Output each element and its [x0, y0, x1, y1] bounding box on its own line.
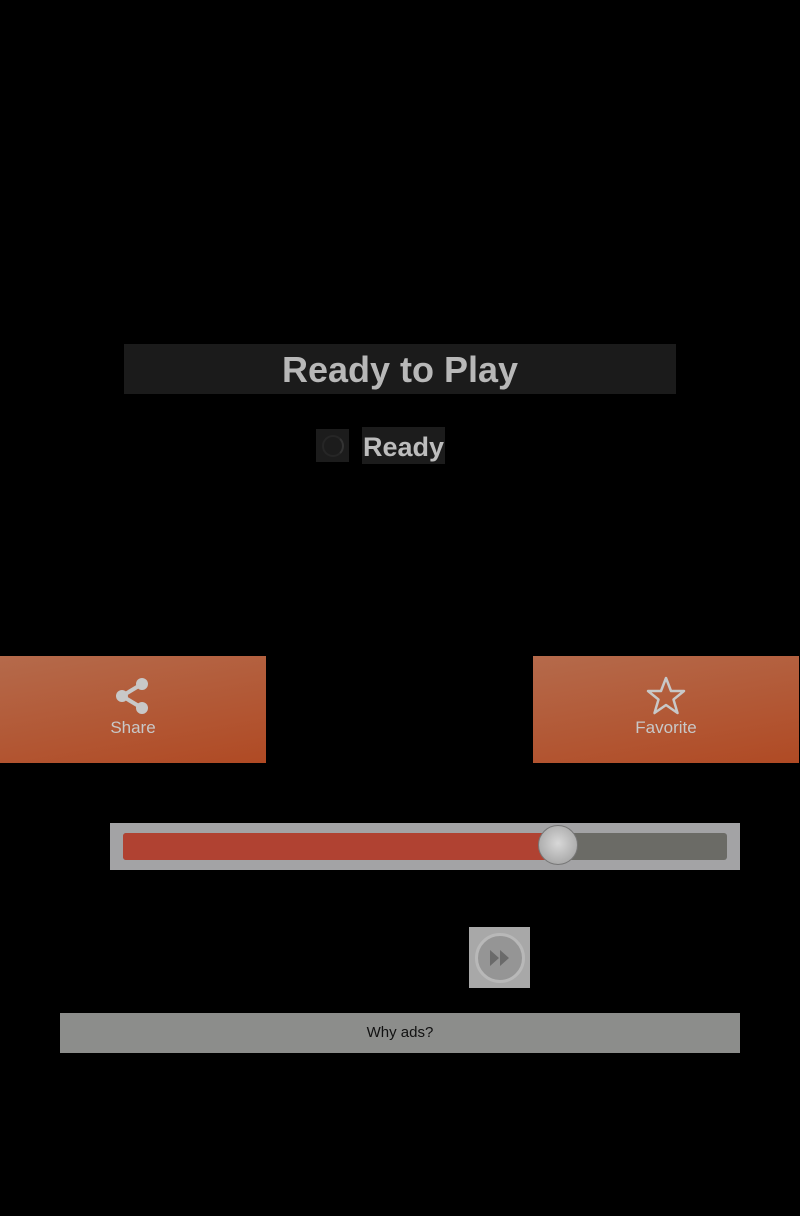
seek-thumb[interactable] — [537, 825, 578, 865]
why-ads-button[interactable]: Why ads? — [60, 1013, 740, 1053]
seek-progress-fill — [123, 833, 558, 860]
seek-track[interactable] — [123, 833, 727, 860]
fast-forward-button[interactable] — [469, 927, 530, 988]
star-icon — [646, 676, 686, 715]
fast-forward-icon — [489, 949, 509, 966]
loading-spinner-icon — [316, 429, 349, 462]
status-text: Ready — [362, 427, 446, 464]
share-icon — [116, 678, 148, 714]
share-label: Share — [110, 718, 156, 737]
favorite-label: Favorite — [635, 718, 697, 737]
title-label: Ready to Play — [124, 344, 676, 394]
favorite-button[interactable]: Favorite — [533, 656, 799, 763]
status-row: Ready — [316, 427, 446, 464]
share-button[interactable]: Share — [0, 656, 266, 763]
seek-slider[interactable] — [110, 823, 740, 870]
